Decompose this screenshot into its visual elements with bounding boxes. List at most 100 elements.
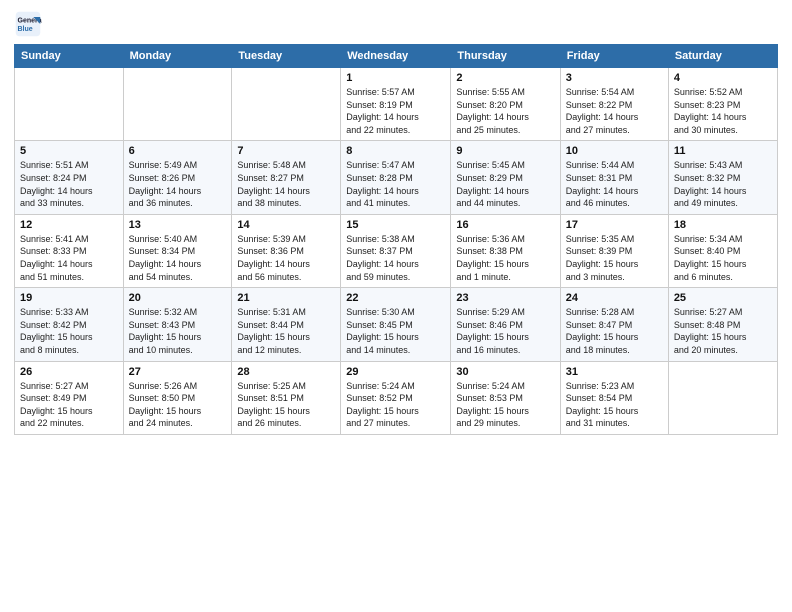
day-number: 6 [129, 145, 227, 157]
week-row-1: 1 Sunrise: 5:57 AMSunset: 8:19 PMDaylight… [15, 68, 778, 141]
svg-text:Blue: Blue [18, 26, 33, 33]
day-cell: 25 Sunrise: 5:27 AMSunset: 8:48 PMDayligh… [668, 288, 777, 361]
day-info: Sunrise: 5:57 AMSunset: 8:19 PMDaylight:… [346, 86, 445, 136]
day-cell: 6Sunrise: 5:49 AMSunset: 8:26 PMDaylight… [123, 141, 232, 214]
day-number: 21 [237, 292, 335, 304]
day-number: 3 [566, 72, 663, 84]
day-info: Sunrise: 5:48 AMSunset: 8:27 PMDaylight:… [237, 159, 335, 209]
day-info: Sunrise: 5:51 AMSunset: 8:24 PMDaylight:… [20, 159, 118, 209]
day-cell: 19 Sunrise: 5:33 AMSunset: 8:42 PMDayligh… [15, 288, 124, 361]
day-cell: 8 Sunrise: 5:47 AMSunset: 8:28 PMDaylight… [341, 141, 451, 214]
day-info: Sunrise: 5:25 AMSunset: 8:51 PMDaylight:… [237, 380, 335, 430]
day-number: 16 [456, 219, 554, 231]
day-info: Sunrise: 5:33 AMSunset: 8:42 PMDaylight:… [20, 306, 118, 356]
day-info: Sunrise: 5:31 AMSunset: 8:44 PMDaylight:… [237, 306, 335, 356]
day-info: Sunrise: 5:27 AMSunset: 8:49 PMDaylight:… [20, 380, 118, 430]
day-cell: 20Sunrise: 5:32 AMSunset: 8:43 PMDayligh… [123, 288, 232, 361]
weekday-friday: Friday [560, 45, 668, 68]
day-info: Sunrise: 5:23 AMSunset: 8:54 PMDaylight:… [566, 380, 663, 430]
day-info: Sunrise: 5:45 AMSunset: 8:29 PMDaylight:… [456, 159, 554, 209]
day-info: Sunrise: 5:47 AMSunset: 8:28 PMDaylight:… [346, 159, 445, 209]
day-number: 28 [237, 366, 335, 378]
day-cell: 13Sunrise: 5:40 AMSunset: 8:34 PMDayligh… [123, 214, 232, 287]
weekday-header-row: SundayMondayTuesdayWednesdayThursdayFrid… [15, 45, 778, 68]
day-cell: 7Sunrise: 5:48 AMSunset: 8:27 PMDaylight… [232, 141, 341, 214]
day-number: 23 [456, 292, 554, 304]
day-info: Sunrise: 5:24 AMSunset: 8:52 PMDaylight:… [346, 380, 445, 430]
day-cell: 3 Sunrise: 5:54 AMSunset: 8:22 PMDaylight… [560, 68, 668, 141]
day-cell [668, 361, 777, 434]
day-cell: 16 Sunrise: 5:36 AMSunset: 8:38 PMDayligh… [451, 214, 560, 287]
day-cell: 24 Sunrise: 5:28 AMSunset: 8:47 PMDayligh… [560, 288, 668, 361]
day-info: Sunrise: 5:26 AMSunset: 8:50 PMDaylight:… [129, 380, 227, 430]
day-info: Sunrise: 5:24 AMSunset: 8:53 PMDaylight:… [456, 380, 554, 430]
day-number: 8 [346, 145, 445, 157]
day-number: 9 [456, 145, 554, 157]
day-info: Sunrise: 5:43 AMSunset: 8:32 PMDaylight:… [674, 159, 772, 209]
day-number: 27 [129, 366, 227, 378]
day-cell: 1 Sunrise: 5:57 AMSunset: 8:19 PMDaylight… [341, 68, 451, 141]
day-number: 1 [346, 72, 445, 84]
day-number: 26 [20, 366, 118, 378]
day-number: 2 [456, 72, 554, 84]
day-info: Sunrise: 5:36 AMSunset: 8:38 PMDaylight:… [456, 233, 554, 283]
day-number: 15 [346, 219, 445, 231]
day-info: Sunrise: 5:52 AMSunset: 8:23 PMDaylight:… [674, 86, 772, 136]
day-number: 5 [20, 145, 118, 157]
day-cell: 18Sunrise: 5:34 AMSunset: 8:40 PMDayligh… [668, 214, 777, 287]
day-cell: 10 Sunrise: 5:44 AMSunset: 8:31 PMDayligh… [560, 141, 668, 214]
day-cell [232, 68, 341, 141]
day-cell: 29Sunrise: 5:24 AMSunset: 8:52 PMDayligh… [341, 361, 451, 434]
day-cell [15, 68, 124, 141]
day-info: Sunrise: 5:54 AMSunset: 8:22 PMDaylight:… [566, 86, 663, 136]
weekday-thursday: Thursday [451, 45, 560, 68]
day-info: Sunrise: 5:40 AMSunset: 8:34 PMDaylight:… [129, 233, 227, 283]
day-info: Sunrise: 5:30 AMSunset: 8:45 PMDaylight:… [346, 306, 445, 356]
day-cell: 5 Sunrise: 5:51 AMSunset: 8:24 PMDaylight… [15, 141, 124, 214]
calendar-table: SundayMondayTuesdayWednesdayThursdayFrid… [14, 44, 778, 435]
day-cell: 26 Sunrise: 5:27 AMSunset: 8:49 PMDayligh… [15, 361, 124, 434]
week-row-3: 12 Sunrise: 5:41 AMSunset: 8:33 PMDayligh… [15, 214, 778, 287]
day-number: 30 [456, 366, 554, 378]
day-number: 17 [566, 219, 663, 231]
day-number: 25 [674, 292, 772, 304]
day-info: Sunrise: 5:28 AMSunset: 8:47 PMDaylight:… [566, 306, 663, 356]
day-info: Sunrise: 5:55 AMSunset: 8:20 PMDaylight:… [456, 86, 554, 136]
day-info: Sunrise: 5:29 AMSunset: 8:46 PMDaylight:… [456, 306, 554, 356]
day-info: Sunrise: 5:38 AMSunset: 8:37 PMDaylight:… [346, 233, 445, 283]
week-row-4: 19 Sunrise: 5:33 AMSunset: 8:42 PMDayligh… [15, 288, 778, 361]
logo: General Blue [14, 10, 46, 38]
weekday-wednesday: Wednesday [341, 45, 451, 68]
day-cell: 9 Sunrise: 5:45 AMSunset: 8:29 PMDaylight… [451, 141, 560, 214]
day-info: Sunrise: 5:35 AMSunset: 8:39 PMDaylight:… [566, 233, 663, 283]
day-cell: 31 Sunrise: 5:23 AMSunset: 8:54 PMDayligh… [560, 361, 668, 434]
day-number: 31 [566, 366, 663, 378]
day-number: 12 [20, 219, 118, 231]
page: General Blue SundayMondayTuesdayWednesda… [0, 0, 792, 612]
day-cell: 11 Sunrise: 5:43 AMSunset: 8:32 PMDayligh… [668, 141, 777, 214]
day-cell: 21 Sunrise: 5:31 AMSunset: 8:44 PMDayligh… [232, 288, 341, 361]
day-number: 19 [20, 292, 118, 304]
header: General Blue [14, 10, 778, 38]
day-cell: 4 Sunrise: 5:52 AMSunset: 8:23 PMDaylight… [668, 68, 777, 141]
weekday-tuesday: Tuesday [232, 45, 341, 68]
day-cell: 23 Sunrise: 5:29 AMSunset: 8:46 PMDayligh… [451, 288, 560, 361]
day-number: 10 [566, 145, 663, 157]
day-info: Sunrise: 5:44 AMSunset: 8:31 PMDaylight:… [566, 159, 663, 209]
week-row-5: 26 Sunrise: 5:27 AMSunset: 8:49 PMDayligh… [15, 361, 778, 434]
day-number: 24 [566, 292, 663, 304]
day-cell: 22 Sunrise: 5:30 AMSunset: 8:45 PMDayligh… [341, 288, 451, 361]
day-number: 22 [346, 292, 445, 304]
day-cell: 12 Sunrise: 5:41 AMSunset: 8:33 PMDayligh… [15, 214, 124, 287]
day-number: 11 [674, 145, 772, 157]
day-cell: 30 Sunrise: 5:24 AMSunset: 8:53 PMDayligh… [451, 361, 560, 434]
week-row-2: 5 Sunrise: 5:51 AMSunset: 8:24 PMDaylight… [15, 141, 778, 214]
day-number: 4 [674, 72, 772, 84]
day-info: Sunrise: 5:41 AMSunset: 8:33 PMDaylight:… [20, 233, 118, 283]
day-cell: 17 Sunrise: 5:35 AMSunset: 8:39 PMDayligh… [560, 214, 668, 287]
day-info: Sunrise: 5:27 AMSunset: 8:48 PMDaylight:… [674, 306, 772, 356]
day-number: 20 [129, 292, 227, 304]
day-cell: 2 Sunrise: 5:55 AMSunset: 8:20 PMDaylight… [451, 68, 560, 141]
day-cell: 14Sunrise: 5:39 AMSunset: 8:36 PMDayligh… [232, 214, 341, 287]
day-cell: 15 Sunrise: 5:38 AMSunset: 8:37 PMDayligh… [341, 214, 451, 287]
